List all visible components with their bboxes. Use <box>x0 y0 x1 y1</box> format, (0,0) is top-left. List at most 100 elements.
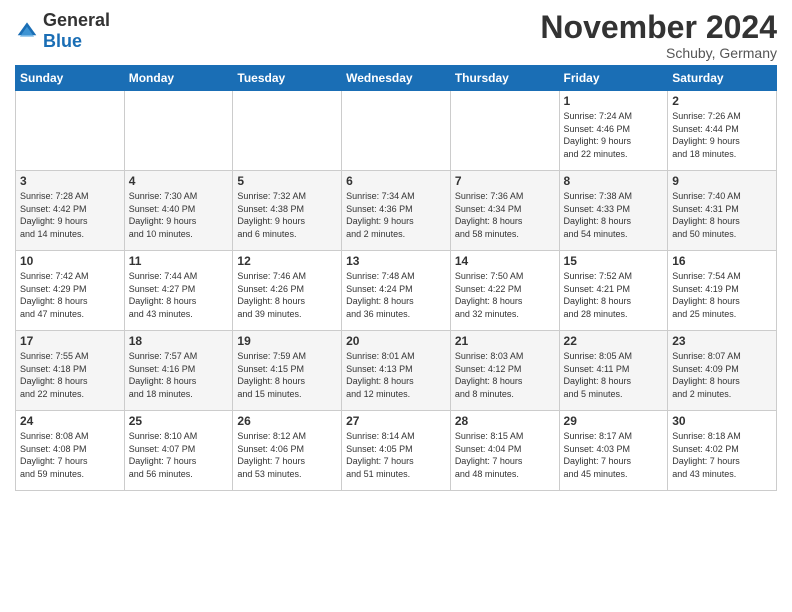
month-title: November 2024 <box>540 10 777 45</box>
calendar-cell-w4-d4: 28 Sunrise: 8:15 AM Sunset: 4:04 PM Dayli… <box>450 411 559 491</box>
day-info-6: Sunrise: 7:34 AM Sunset: 4:36 PM Dayligh… <box>346 190 446 240</box>
day-number-23: 23 <box>672 334 772 348</box>
week-row-4: 24 Sunrise: 8:08 AM Sunset: 4:08 PM Dayli… <box>16 411 777 491</box>
calendar-cell-w4-d3: 27 Sunrise: 8:14 AM Sunset: 4:05 PM Dayli… <box>342 411 451 491</box>
day-number-8: 8 <box>564 174 664 188</box>
day-number-26: 26 <box>237 414 337 428</box>
day-info-1: Sunrise: 7:24 AM Sunset: 4:46 PM Dayligh… <box>564 110 664 160</box>
logo: General Blue <box>15 10 110 52</box>
day-info-18: Sunrise: 7:57 AM Sunset: 4:16 PM Dayligh… <box>129 350 229 400</box>
calendar-cell-w2-d6: 16Sunrise: 7:54 AM Sunset: 4:19 PM Dayli… <box>668 251 777 331</box>
day-info-9: Sunrise: 7:40 AM Sunset: 4:31 PM Dayligh… <box>672 190 772 240</box>
day-info-12: Sunrise: 7:46 AM Sunset: 4:26 PM Dayligh… <box>237 270 337 320</box>
header-wednesday: Wednesday <box>342 66 451 91</box>
day-number-15: 15 <box>564 254 664 268</box>
logo-blue: Blue <box>43 31 82 51</box>
day-info-7: Sunrise: 7:36 AM Sunset: 4:34 PM Dayligh… <box>455 190 555 240</box>
calendar-cell-w3-d1: 18 Sunrise: 7:57 AM Sunset: 4:16 PM Dayli… <box>124 331 233 411</box>
day-info-5: Sunrise: 7:32 AM Sunset: 4:38 PM Dayligh… <box>237 190 337 240</box>
calendar-cell-w3-d4: 21 Sunrise: 8:03 AM Sunset: 4:12 PM Dayli… <box>450 331 559 411</box>
calendar-body: 1 Sunrise: 7:24 AM Sunset: 4:46 PM Daylig… <box>16 91 777 491</box>
day-number-20: 20 <box>346 334 446 348</box>
day-info-24: Sunrise: 8:08 AM Sunset: 4:08 PM Dayligh… <box>20 430 120 480</box>
calendar-cell-w0-d2 <box>233 91 342 171</box>
day-number-7: 7 <box>455 174 555 188</box>
header-thursday: Thursday <box>450 66 559 91</box>
day-number-5: 5 <box>237 174 337 188</box>
calendar-cell-w3-d5: 22 Sunrise: 8:05 AM Sunset: 4:11 PM Dayli… <box>559 331 668 411</box>
day-number-19: 19 <box>237 334 337 348</box>
day-number-24: 24 <box>20 414 120 428</box>
header-sunday: Sunday <box>16 66 125 91</box>
day-number-13: 13 <box>346 254 446 268</box>
calendar-cell-w3-d6: 23 Sunrise: 8:07 AM Sunset: 4:09 PM Dayli… <box>668 331 777 411</box>
calendar-cell-w4-d6: 30Sunrise: 8:18 AM Sunset: 4:02 PM Dayli… <box>668 411 777 491</box>
day-info-15: Sunrise: 7:52 AM Sunset: 4:21 PM Dayligh… <box>564 270 664 320</box>
day-info-27: Sunrise: 8:14 AM Sunset: 4:05 PM Dayligh… <box>346 430 446 480</box>
day-number-12: 12 <box>237 254 337 268</box>
day-number-22: 22 <box>564 334 664 348</box>
calendar-cell-w0-d4 <box>450 91 559 171</box>
day-info-17: Sunrise: 7:55 AM Sunset: 4:18 PM Dayligh… <box>20 350 120 400</box>
calendar-cell-w2-d5: 15 Sunrise: 7:52 AM Sunset: 4:21 PM Dayli… <box>559 251 668 331</box>
calendar-cell-w0-d1 <box>124 91 233 171</box>
calendar-cell-w1-d5: 8 Sunrise: 7:38 AM Sunset: 4:33 PM Daylig… <box>559 171 668 251</box>
calendar-cell-w2-d3: 13Sunrise: 7:48 AM Sunset: 4:24 PM Dayli… <box>342 251 451 331</box>
day-number-18: 18 <box>129 334 229 348</box>
day-info-4: Sunrise: 7:30 AM Sunset: 4:40 PM Dayligh… <box>129 190 229 240</box>
day-number-11: 11 <box>129 254 229 268</box>
page-container: General Blue November 2024 Schuby, Germa… <box>0 0 792 496</box>
logo-general: General <box>43 10 110 30</box>
day-info-10: Sunrise: 7:42 AM Sunset: 4:29 PM Dayligh… <box>20 270 120 320</box>
logo-text: General Blue <box>43 10 110 52</box>
week-row-1: 3Sunrise: 7:28 AM Sunset: 4:42 PM Daylig… <box>16 171 777 251</box>
header-saturday: Saturday <box>668 66 777 91</box>
calendar-cell-w1-d2: 5 Sunrise: 7:32 AM Sunset: 4:38 PM Daylig… <box>233 171 342 251</box>
header-friday: Friday <box>559 66 668 91</box>
day-info-26: Sunrise: 8:12 AM Sunset: 4:06 PM Dayligh… <box>237 430 337 480</box>
day-info-22: Sunrise: 8:05 AM Sunset: 4:11 PM Dayligh… <box>564 350 664 400</box>
day-number-1: 1 <box>564 94 664 108</box>
day-number-10: 10 <box>20 254 120 268</box>
calendar-cell-w3-d0: 17Sunrise: 7:55 AM Sunset: 4:18 PM Dayli… <box>16 331 125 411</box>
day-info-28: Sunrise: 8:15 AM Sunset: 4:04 PM Dayligh… <box>455 430 555 480</box>
calendar-cell-w2-d2: 12 Sunrise: 7:46 AM Sunset: 4:26 PM Dayli… <box>233 251 342 331</box>
day-number-9: 9 <box>672 174 772 188</box>
calendar-cell-w1-d0: 3Sunrise: 7:28 AM Sunset: 4:42 PM Daylig… <box>16 171 125 251</box>
calendar-cell-w1-d1: 4Sunrise: 7:30 AM Sunset: 4:40 PM Daylig… <box>124 171 233 251</box>
calendar-cell-w2-d4: 14Sunrise: 7:50 AM Sunset: 4:22 PM Dayli… <box>450 251 559 331</box>
day-info-29: Sunrise: 8:17 AM Sunset: 4:03 PM Dayligh… <box>564 430 664 480</box>
calendar-cell-w4-d1: 25Sunrise: 8:10 AM Sunset: 4:07 PM Dayli… <box>124 411 233 491</box>
calendar-cell-w0-d0 <box>16 91 125 171</box>
calendar-cell-w3-d2: 19 Sunrise: 7:59 AM Sunset: 4:15 PM Dayli… <box>233 331 342 411</box>
day-info-3: Sunrise: 7:28 AM Sunset: 4:42 PM Dayligh… <box>20 190 120 240</box>
day-info-19: Sunrise: 7:59 AM Sunset: 4:15 PM Dayligh… <box>237 350 337 400</box>
day-info-20: Sunrise: 8:01 AM Sunset: 4:13 PM Dayligh… <box>346 350 446 400</box>
calendar-cell-w0-d6: 2Sunrise: 7:26 AM Sunset: 4:44 PM Daylig… <box>668 91 777 171</box>
day-number-29: 29 <box>564 414 664 428</box>
week-row-3: 17Sunrise: 7:55 AM Sunset: 4:18 PM Dayli… <box>16 331 777 411</box>
calendar-cell-w1-d3: 6Sunrise: 7:34 AM Sunset: 4:36 PM Daylig… <box>342 171 451 251</box>
day-info-11: Sunrise: 7:44 AM Sunset: 4:27 PM Dayligh… <box>129 270 229 320</box>
calendar-cell-w1-d4: 7 Sunrise: 7:36 AM Sunset: 4:34 PM Daylig… <box>450 171 559 251</box>
header-monday: Monday <box>124 66 233 91</box>
week-row-0: 1 Sunrise: 7:24 AM Sunset: 4:46 PM Daylig… <box>16 91 777 171</box>
day-info-21: Sunrise: 8:03 AM Sunset: 4:12 PM Dayligh… <box>455 350 555 400</box>
day-number-28: 28 <box>455 414 555 428</box>
day-number-21: 21 <box>455 334 555 348</box>
calendar-header-row: Sunday Monday Tuesday Wednesday Thursday… <box>16 66 777 91</box>
day-number-27: 27 <box>346 414 446 428</box>
logo-icon <box>15 21 39 41</box>
calendar-cell-w4-d2: 26 Sunrise: 8:12 AM Sunset: 4:06 PM Dayli… <box>233 411 342 491</box>
calendar-table: Sunday Monday Tuesday Wednesday Thursday… <box>15 65 777 491</box>
day-number-25: 25 <box>129 414 229 428</box>
day-number-16: 16 <box>672 254 772 268</box>
week-row-2: 10 Sunrise: 7:42 AM Sunset: 4:29 PM Dayli… <box>16 251 777 331</box>
day-info-23: Sunrise: 8:07 AM Sunset: 4:09 PM Dayligh… <box>672 350 772 400</box>
day-info-2: Sunrise: 7:26 AM Sunset: 4:44 PM Dayligh… <box>672 110 772 160</box>
calendar-cell-w3-d3: 20 Sunrise: 8:01 AM Sunset: 4:13 PM Dayli… <box>342 331 451 411</box>
calendar-cell-w2-d1: 11 Sunrise: 7:44 AM Sunset: 4:27 PM Dayli… <box>124 251 233 331</box>
day-info-30: Sunrise: 8:18 AM Sunset: 4:02 PM Dayligh… <box>672 430 772 480</box>
calendar-cell-w4-d0: 24 Sunrise: 8:08 AM Sunset: 4:08 PM Dayli… <box>16 411 125 491</box>
day-info-8: Sunrise: 7:38 AM Sunset: 4:33 PM Dayligh… <box>564 190 664 240</box>
